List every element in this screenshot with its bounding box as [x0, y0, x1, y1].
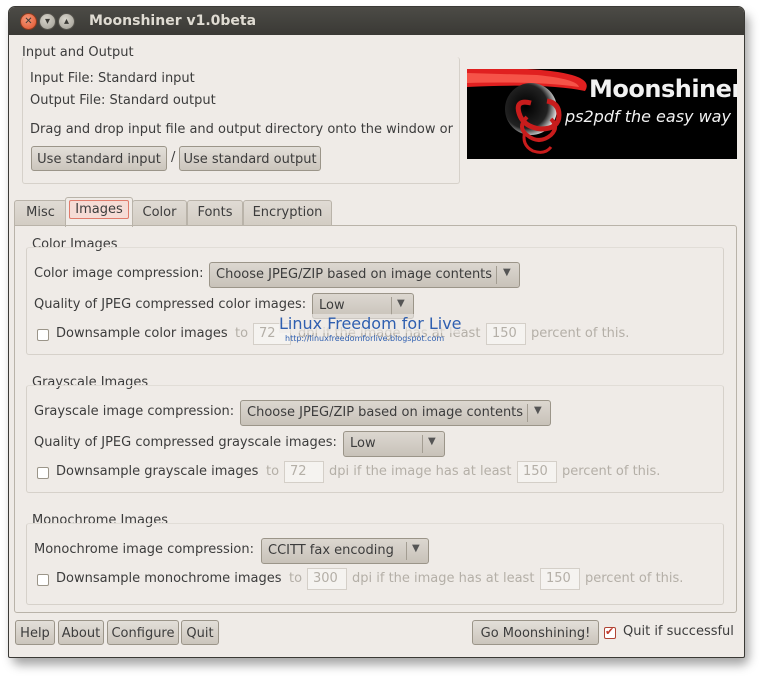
chevron-down-icon: ▼	[534, 405, 542, 416]
combo-separator	[496, 266, 497, 284]
input-file-label: Input File: Standard input	[30, 71, 195, 86]
help-button[interactable]: Help	[15, 620, 55, 645]
grayscale-compression-combo[interactable]: Choose JPEG/ZIP based on image contents …	[240, 400, 551, 426]
use-standard-input-button[interactable]: Use standard input	[31, 146, 167, 171]
window-title: Moonshiner v1.0beta	[89, 13, 257, 29]
output-file-label: Output File: Standard output	[30, 93, 216, 108]
drag-hint: Drag and drop input file and output dire…	[30, 122, 453, 137]
color-quality-label: Quality of JPEG compressed color images:	[34, 297, 307, 312]
downsample-monochrome-checkbox[interactable]	[37, 574, 49, 586]
downsample-color-label: Downsample color images	[56, 326, 228, 341]
color-compression-value: Choose JPEG/ZIP based on image contents	[216, 267, 493, 282]
go-moonshining-button[interactable]: Go Moonshining!	[472, 620, 599, 645]
monochrome-dpi-text: dpi if the image has at least	[352, 571, 535, 586]
quit-if-successful-label: Quit if successful	[623, 624, 734, 639]
maximize-icon: ▴	[63, 16, 70, 27]
downsample-grayscale-label: Downsample grayscale images	[56, 464, 259, 479]
chevron-down-icon: ▼	[428, 436, 436, 447]
chevron-down-icon: ▼	[503, 267, 511, 278]
logo-tagline: ps2pdf the easy way	[565, 107, 731, 126]
tab-color[interactable]: Color	[132, 200, 187, 226]
moonshiner-logo: Moonshiner ps2pdf the easy way	[467, 69, 737, 159]
combo-separator	[527, 404, 528, 422]
grayscale-percent-input[interactable]: 150	[517, 461, 557, 483]
grayscale-compression-label: Grayscale image compression:	[34, 404, 235, 419]
watermark-title: Linux Freedom for Live	[279, 314, 462, 333]
grayscale-compression-value: Choose JPEG/ZIP based on image contents	[247, 405, 524, 420]
use-standard-output-button[interactable]: Use standard output	[179, 146, 321, 171]
grayscale-to-label: to	[266, 464, 280, 479]
monochrome-percent-text: percent of this.	[585, 571, 684, 586]
tab-encryption[interactable]: Encryption	[243, 200, 332, 226]
monochrome-percent-input[interactable]: 150	[540, 568, 580, 590]
close-window-button[interactable]: ✕	[20, 13, 37, 30]
downsample-grayscale-checkbox[interactable]	[37, 467, 49, 479]
tab-encryption-label: Encryption	[252, 205, 323, 220]
grayscale-dpi-input[interactable]: 72	[284, 461, 324, 483]
monochrome-compression-label: Monochrome image compression:	[34, 542, 254, 557]
tab-misc[interactable]: Misc	[14, 200, 67, 226]
combo-separator	[406, 542, 407, 560]
color-compression-combo[interactable]: Choose JPEG/ZIP based on image contents …	[209, 262, 520, 288]
combo-separator	[422, 435, 423, 453]
watermark-url: http://linuxfreedomforlive.blogspot.com	[285, 334, 445, 343]
titlebar[interactable]: ✕ ▾ ▴ Moonshiner v1.0beta	[9, 7, 744, 35]
color-percent-text: percent of this.	[531, 326, 630, 341]
monochrome-images-frame	[26, 523, 724, 605]
tab-images[interactable]: Images	[65, 197, 133, 227]
chevron-down-icon: ▼	[412, 543, 420, 554]
tab-images-label: Images	[69, 200, 129, 219]
tab-color-label: Color	[142, 205, 177, 220]
tab-fonts-label: Fonts	[197, 205, 233, 220]
monochrome-to-label: to	[289, 571, 303, 586]
minimize-window-button[interactable]: ▾	[39, 13, 56, 30]
app-window: ✕ ▾ ▴ Moonshiner v1.0beta Input and Outp…	[8, 6, 745, 658]
close-icon: ✕	[24, 16, 33, 27]
downsample-color-checkbox[interactable]	[37, 329, 49, 341]
color-quality-value: Low	[319, 298, 345, 313]
configure-button[interactable]: Configure	[107, 620, 179, 645]
grayscale-quality-combo[interactable]: Low ▼	[343, 431, 445, 457]
minimize-icon: ▾	[44, 16, 51, 27]
grayscale-dpi-text: dpi if the image has at least	[329, 464, 512, 479]
color-percent-input[interactable]: 150	[486, 323, 526, 345]
downsample-monochrome-label: Downsample monochrome images	[56, 571, 282, 586]
combo-separator	[391, 297, 392, 315]
about-button[interactable]: About	[58, 620, 104, 645]
io-separator: /	[171, 150, 176, 165]
chevron-down-icon: ▼	[397, 298, 405, 309]
tab-misc-label: Misc	[26, 205, 55, 220]
grayscale-quality-label: Quality of JPEG compressed grayscale ima…	[34, 435, 337, 450]
quit-button[interactable]: Quit	[181, 620, 219, 645]
maximize-window-button[interactable]: ▴	[58, 13, 75, 30]
monochrome-dpi-input[interactable]: 300	[307, 568, 347, 590]
tab-fonts[interactable]: Fonts	[187, 200, 243, 226]
color-to-label: to	[235, 326, 249, 341]
grayscale-quality-value: Low	[350, 436, 376, 451]
grayscale-percent-text: percent of this.	[562, 464, 661, 479]
quit-if-successful-checkbox[interactable]	[604, 625, 616, 639]
logo-name: Moonshiner	[589, 75, 737, 103]
monochrome-compression-combo[interactable]: CCITT fax encoding ▼	[261, 538, 429, 564]
monochrome-compression-value: CCITT fax encoding	[268, 543, 394, 558]
color-compression-label: Color image compression:	[34, 266, 204, 281]
